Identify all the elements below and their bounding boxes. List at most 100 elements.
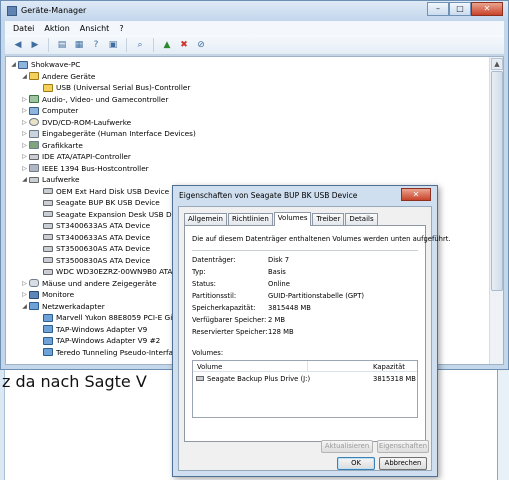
expand-arrow-icon[interactable]: ▷ <box>20 165 29 172</box>
tab-volumes[interactable]: Volumes <box>273 212 312 226</box>
expand-arrow-icon[interactable]: ▷ <box>20 96 29 103</box>
disk-device-icon <box>43 268 53 275</box>
ok-button[interactable]: OK <box>337 457 375 470</box>
toolbar-separator <box>153 37 154 52</box>
table-row[interactable]: Seagate Backup Plus Drive (J:) 3815318 M… <box>193 373 417 384</box>
expand-arrow-icon[interactable]: ▷ <box>20 119 29 126</box>
tree-item[interactable]: ST3400633AS ATA Device <box>34 232 150 243</box>
tree-item[interactable]: ▷ DVD/CD-ROM-Laufwerke <box>20 117 131 128</box>
expand-arrow-icon[interactable]: ▷ <box>20 280 29 287</box>
properties-button[interactable]: Eigenschaften <box>377 440 429 453</box>
drive-icon <box>196 376 204 381</box>
volume-name: Seagate Backup Plus Drive (J:) <box>207 375 311 383</box>
property-value: 3815448 MB <box>268 304 311 312</box>
show-hidden-icon[interactable]: ▣ <box>106 38 120 52</box>
expand-arrow-icon[interactable]: ▷ <box>20 130 29 137</box>
forward-arrow-icon[interactable]: ▶ <box>28 38 42 52</box>
property-label: Verfügbarer Speicher: <box>192 316 267 324</box>
menu-help[interactable]: ? <box>119 24 123 33</box>
warn-device-icon <box>43 83 53 92</box>
tree-item[interactable]: ▷ IDE ATA/ATAPI-Controller <box>20 151 131 162</box>
tree-item[interactable]: Teredo Tunneling Pseudo-Interface <box>34 347 182 358</box>
collapse-arrow-icon[interactable]: ◢ <box>20 303 29 310</box>
help-icon[interactable]: ? <box>89 38 103 52</box>
net-device-icon <box>43 313 53 322</box>
tree-item-label: ST3500830AS ATA Device <box>56 255 151 265</box>
expand-arrow-icon[interactable]: ▷ <box>20 107 29 114</box>
tree-item[interactable]: ▷ Eingabegeräte (Human Interface Devices) <box>20 128 196 139</box>
tree-item-label: IDE ATA/ATAPI-Controller <box>42 152 131 161</box>
menu-bar: Datei Aktion Ansicht ? <box>5 21 504 35</box>
window-title: Geräte-Manager <box>21 6 87 15</box>
tree-item-label: Grafikkarte <box>42 140 83 150</box>
tree-item[interactable]: Seagate BUP BK USB Device <box>34 197 160 208</box>
tree-item[interactable]: ST3500830AS ATA Device <box>34 255 150 266</box>
volumes-table-header: Volume Kapazität <box>193 361 417 372</box>
tree-root-computer[interactable]: ◢ Shokwave-PC <box>9 59 80 70</box>
expand-arrow-icon[interactable]: ▷ <box>20 291 29 298</box>
expand-arrow-icon[interactable]: ▷ <box>20 153 29 160</box>
tree-item-label: ST3400633AS ATA Device <box>56 221 151 230</box>
tree-item[interactable]: ◢ Andere Geräte <box>20 71 95 82</box>
menu-aktion[interactable]: Aktion <box>44 24 69 33</box>
tab-allgemein[interactable]: Allgemein <box>184 213 227 225</box>
scroll-up-arrow-icon[interactable]: ▲ <box>491 58 503 70</box>
property-label: Typ: <box>192 268 206 276</box>
tab-treiber[interactable]: Treiber <box>312 213 345 225</box>
property-label: Partitionsstil: <box>192 292 237 300</box>
net-device-icon <box>43 348 53 356</box>
volume-capacity: 3815318 MB <box>373 375 416 383</box>
tree-item[interactable]: USB (Universal Serial Bus)-Controller <box>34 82 190 93</box>
maximize-button[interactable]: □ <box>449 2 471 16</box>
tree-item[interactable]: ST3500630AS ATA Device <box>34 243 150 254</box>
tree-item[interactable]: ST3400633AS ATA Device <box>34 220 150 231</box>
cancel-button[interactable]: Abbrechen <box>379 457 427 470</box>
back-arrow-icon[interactable]: ◀ <box>11 38 25 52</box>
tree-item[interactable]: TAP-Windows Adapter V9 <box>34 324 147 335</box>
vertical-scrollbar[interactable]: ▲ <box>489 57 503 364</box>
menu-ansicht[interactable]: Ansicht <box>80 24 110 33</box>
tree-item[interactable]: ◢ Laufwerke <box>20 174 79 185</box>
menu-datei[interactable]: Datei <box>13 24 34 33</box>
disk-device-icon <box>43 199 53 206</box>
uninstall-icon[interactable]: ✖ <box>177 38 191 52</box>
disk-device-icon <box>43 257 53 263</box>
update-driver-icon[interactable]: ▲ <box>160 38 174 52</box>
tree-item[interactable]: ▷ Monitore <box>20 289 74 300</box>
tree-item-label: Mäuse und andere Zeigegeräte <box>42 278 157 288</box>
refresh-button[interactable]: Aktualisieren <box>321 440 373 453</box>
properties-icon[interactable]: ▦ <box>72 38 86 52</box>
property-label: Status: <box>192 280 216 288</box>
tree-item[interactable]: ▷ IEEE 1394 Bus-Hostcontroller <box>20 163 149 174</box>
tree-item-label: Seagate BUP BK USB Device <box>56 198 160 207</box>
pc-device-icon <box>29 106 39 115</box>
scan-hardware-icon[interactable]: ⌕ <box>133 38 147 52</box>
title-bar[interactable]: Geräte-Manager – □ ✕ <box>1 1 508 21</box>
collapse-arrow-icon[interactable]: ◢ <box>20 73 29 80</box>
tab-details[interactable]: Details <box>345 213 378 225</box>
tree-item[interactable]: OEM Ext Hard Disk USB Device <box>34 186 169 197</box>
tree-item[interactable]: ▷ Audio-, Video- und Gamecontroller <box>20 94 168 105</box>
dialog-close-button[interactable]: ✕ <box>401 188 431 201</box>
disable-icon[interactable]: ⊘ <box>194 38 208 52</box>
tree-item-label: Andere Geräte <box>42 71 96 81</box>
scrollbar-thumb[interactable] <box>491 71 503 291</box>
expand-arrow-icon[interactable]: ▷ <box>20 142 29 149</box>
minimize-button[interactable]: – <box>427 2 449 16</box>
close-button[interactable]: ✕ <box>471 2 503 16</box>
collapse-arrow-icon[interactable]: ◢ <box>9 61 18 68</box>
tree-item[interactable]: ◢ Netzwerkadapter <box>20 301 105 312</box>
device-view-icon[interactable]: ▤ <box>55 38 69 52</box>
tree-item[interactable]: ▷ Mäuse und andere Zeigegeräte <box>20 278 157 289</box>
column-header-volume[interactable]: Volume <box>197 363 222 371</box>
property-label: Reservierter Speicher: <box>192 328 268 336</box>
tree-item[interactable]: ▷ Computer <box>20 105 78 116</box>
tree-item[interactable]: Seagate Expansion Desk USB Device <box>34 209 191 220</box>
tree-item-label: Teredo Tunneling Pseudo-Interface <box>56 347 182 357</box>
tree-item[interactable]: ▷ Grafikkarte <box>20 140 83 151</box>
column-header-capacity[interactable]: Kapazität <box>373 363 405 371</box>
tree-item[interactable]: TAP-Windows Adapter V9 #2 <box>34 335 160 346</box>
tree-item-label: ST3400633AS ATA Device <box>56 232 151 242</box>
collapse-arrow-icon[interactable]: ◢ <box>20 176 29 183</box>
tab-richtlinien[interactable]: Richtlinien <box>227 213 273 225</box>
